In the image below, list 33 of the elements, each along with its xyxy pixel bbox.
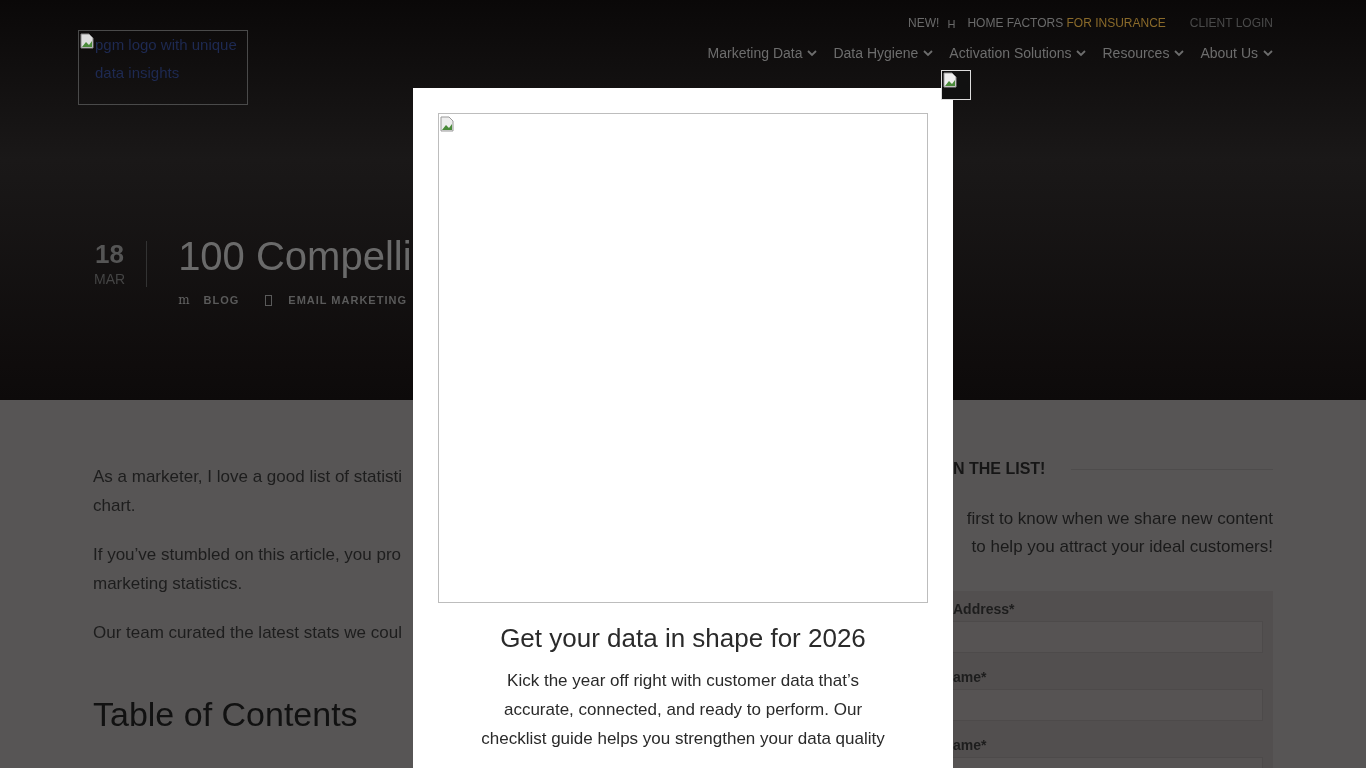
article-paragraph: As a marketer, I love a good list of statisti chart. bbox=[93, 466, 403, 517]
popup-heading: Get your data in shape for 2026 bbox=[499, 623, 867, 654]
broken-image-icon bbox=[440, 116, 454, 132]
article-paragraph: If you’ve stumbled on this article, you pro marketing statistics. bbox=[93, 544, 403, 595]
chevron-down-icon bbox=[923, 49, 934, 57]
logo-alt-text: pgm logo with unique data insights bbox=[95, 35, 238, 83]
new-label: NEW! bbox=[908, 15, 940, 30]
chevron-down-icon bbox=[1263, 49, 1273, 57]
sidebar-text: first to know when we share new content to help you attract your ideal customers! bbox=[965, 508, 1273, 558]
popup-text: Kick the year off right with customer data that’s accurate, connected, and ready to perform. Our checklist guide helps you strengthen your data quality bbox=[480, 670, 886, 750]
nav-menu-item[interactable]: Activation Solutions bbox=[949, 45, 1087, 61]
broken-image-icon bbox=[943, 72, 957, 88]
category-glyph: m bbox=[178, 293, 190, 307]
category-link[interactable]: EMAIL MARKETING bbox=[288, 294, 407, 306]
nav-menu-item[interactable]: Resources bbox=[1102, 45, 1185, 61]
nav-menu-item[interactable]: About Us bbox=[1200, 45, 1273, 61]
date-day: 18 bbox=[95, 241, 124, 267]
chevron-down-icon bbox=[807, 49, 818, 57]
glyph-text: H bbox=[947, 18, 956, 30]
missing-glyph-icon bbox=[265, 294, 273, 306]
close-button[interactable] bbox=[941, 70, 971, 100]
sidebar-heading: N THE LIST! bbox=[953, 460, 1046, 478]
promo-link[interactable]: HOME FACTORS FOR INSURANCE bbox=[967, 15, 1166, 30]
broken-image-icon bbox=[80, 33, 94, 49]
post-title: 100 Compelli bbox=[178, 233, 413, 280]
category-link[interactable]: BLOG bbox=[203, 294, 240, 306]
chevron-down-icon bbox=[1076, 49, 1087, 57]
article-paragraph: Our team curated the latest stats we coul bbox=[93, 622, 403, 644]
toc-heading: Table of Contents bbox=[93, 695, 359, 734]
nav-menu-item[interactable]: Marketing Data bbox=[707, 45, 818, 61]
chevron-down-icon bbox=[1174, 49, 1185, 57]
client-login-link[interactable]: CLIENT LOGIN bbox=[1189, 15, 1273, 30]
nav-menu-item[interactable]: Data Hygiene bbox=[833, 45, 934, 61]
